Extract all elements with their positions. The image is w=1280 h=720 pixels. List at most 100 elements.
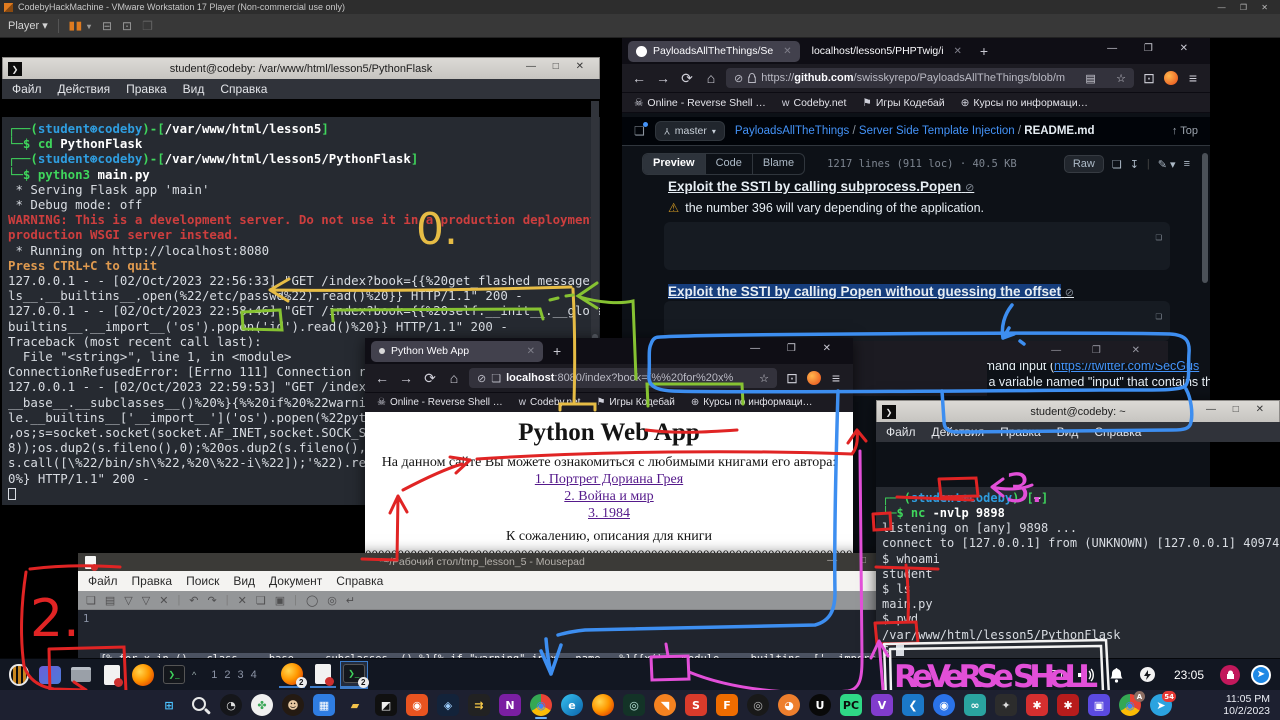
taskbar-icon-sublime[interactable]: S bbox=[685, 694, 707, 716]
copy-raw-icon[interactable]: ❏ bbox=[1112, 158, 1122, 171]
taskbar-icon-photos[interactable]: ▣ bbox=[1088, 694, 1110, 716]
taskbar-icon-assistant[interactable]: ☻ bbox=[282, 694, 304, 716]
menu-item[interactable]: Справка bbox=[336, 574, 383, 588]
raw-button[interactable]: Raw bbox=[1064, 155, 1104, 173]
home-button[interactable]: ⌂ bbox=[702, 70, 720, 86]
menu-hamburger-icon[interactable]: ≡ bbox=[1184, 70, 1202, 86]
taskbar-icon-onenote[interactable]: N bbox=[499, 694, 521, 716]
taskbar-icon-vscode[interactable]: ❮ bbox=[902, 694, 924, 716]
menu-item[interactable]: Правка bbox=[132, 574, 173, 588]
forward-button[interactable]: → bbox=[654, 70, 672, 86]
menu-item[interactable]: Поиск bbox=[186, 574, 219, 588]
close-tab-icon[interactable]: ✕ bbox=[527, 346, 535, 357]
tab-payloadsallthethings[interactable]: PayloadsAllTheThings/Se ✕ bbox=[628, 41, 800, 62]
vmware-window-controls[interactable]: — ❐ ✕ bbox=[1218, 3, 1274, 12]
file-tree-icon[interactable]: ❏ bbox=[634, 124, 645, 138]
terminal-titlebar[interactable]: ❯ student@codeby: /var/www/html/lesson5/… bbox=[2, 57, 600, 79]
mousepad-titlebar[interactable]: *~/Рабочий стол/tmp_lesson_5 - Mousepad … bbox=[78, 553, 886, 571]
bookmark-item[interactable]: ☠Online - Reverse Shell … bbox=[377, 397, 503, 408]
workspace[interactable]: 3 bbox=[237, 669, 243, 681]
tab-python-web-app[interactable]: Python Web App ✕ bbox=[371, 341, 543, 362]
menu-item[interactable]: Файл bbox=[88, 574, 118, 588]
copy-code-icon[interactable]: ❏ bbox=[1155, 307, 1162, 325]
taskbar-icon-red-gear-2[interactable]: ✱ bbox=[1057, 694, 1079, 716]
taskbar-icon-pycharm[interactable]: PC bbox=[840, 694, 862, 716]
copy-code-icon[interactable]: ❏ bbox=[1155, 228, 1162, 246]
taskbar-icon-chrome-profile[interactable]: ◉A bbox=[1119, 694, 1141, 716]
screen-lock-icon[interactable] bbox=[1217, 662, 1243, 688]
open-file-icon[interactable]: ▤ bbox=[105, 594, 115, 607]
window-list-icon[interactable] bbox=[1042, 662, 1068, 688]
goto-icon[interactable]: ↵ bbox=[346, 594, 355, 607]
menu-item[interactable]: Вид bbox=[1057, 425, 1079, 439]
new-file-icon[interactable]: ❏ bbox=[86, 594, 96, 607]
taskbar-icon-speedtest[interactable]: ◔ bbox=[220, 694, 242, 716]
send-ctrl-alt-del-icon[interactable]: ⊟ bbox=[102, 19, 112, 33]
taskbar-icon-ubuntu[interactable]: ◉ bbox=[406, 694, 428, 716]
url-bar[interactable]: ⊘ https://github.com/swisskyrepo/Payload… bbox=[726, 68, 1134, 88]
save-icon[interactable]: ▽ bbox=[124, 594, 132, 607]
bookmark-item[interactable]: ⚑Игры Кодебай bbox=[862, 97, 944, 109]
window-controls[interactable]: — □ bbox=[827, 555, 876, 566]
forward-button[interactable]: → bbox=[397, 370, 415, 386]
vm-clock[interactable]: 23:05 bbox=[1174, 668, 1204, 682]
taskbar-icon-f-app[interactable]: F bbox=[716, 694, 738, 716]
back-button[interactable]: ← bbox=[373, 370, 391, 386]
taskbar-icon-fl-studio[interactable]: ◥ bbox=[654, 694, 676, 716]
taskbar-icon-explorer[interactable]: ▰ bbox=[344, 694, 366, 716]
host-clock[interactable]: 11:05 PM 10/2/2023 bbox=[1223, 693, 1270, 717]
taskbar-icon-search[interactable] bbox=[189, 694, 211, 716]
pause-button[interactable]: ▮▮ ▾ bbox=[69, 19, 92, 32]
taskbar-icon-lens[interactable]: ◎ bbox=[747, 694, 769, 716]
heading-subprocess-popen[interactable]: Exploit the SSTI by calling subprocess.P… bbox=[668, 179, 974, 194]
taskbar-icon-workflow[interactable]: ⇉ bbox=[468, 694, 490, 716]
power-manager-icon[interactable] bbox=[1135, 662, 1161, 688]
taskbar-icon-wings[interactable]: ✦ bbox=[995, 694, 1017, 716]
pocket-icon[interactable]: ⊡ bbox=[783, 370, 801, 387]
reload-button[interactable]: ⟳ bbox=[421, 370, 439, 387]
outline-icon[interactable]: ≡ bbox=[1184, 158, 1190, 170]
paste-icon[interactable]: ▣ bbox=[275, 594, 285, 607]
tracking-shield-icon[interactable]: ⊘ bbox=[477, 372, 486, 385]
anchor-link-icon[interactable]: ⊘ bbox=[1065, 287, 1074, 299]
back-button[interactable]: ← bbox=[630, 70, 648, 86]
menu-item[interactable]: Действия bbox=[932, 425, 985, 439]
volume-icon[interactable] bbox=[1073, 662, 1099, 688]
undo-icon[interactable]: ↶ bbox=[189, 594, 198, 607]
terminal-window-netcat[interactable]: ❯ student@codeby: ~ — □ ✕ ФайлДействияПр… bbox=[876, 400, 1280, 662]
download-icon[interactable]: ↧ bbox=[1130, 158, 1139, 171]
page-scrollbar[interactable] bbox=[1202, 153, 1208, 283]
firefox-account-icon[interactable] bbox=[1164, 71, 1178, 85]
new-tab-button[interactable]: + bbox=[980, 43, 988, 59]
view-switcher[interactable]: Preview Code Blame bbox=[642, 153, 805, 175]
book-link[interactable]: 3. 1984 bbox=[365, 505, 853, 522]
player-menu[interactable]: Player ▾ bbox=[8, 19, 48, 32]
window-controls[interactable]: — □ ✕ bbox=[1206, 404, 1271, 415]
window-controls[interactable]: — ❐ ✕ bbox=[1051, 345, 1154, 356]
taskbar-icon-calendar[interactable]: ▦ bbox=[313, 694, 335, 716]
find-replace-icon[interactable]: ◎ bbox=[327, 594, 337, 607]
taskbar-icon-firefox[interactable] bbox=[592, 694, 614, 716]
menu-item[interactable]: Справка bbox=[220, 82, 267, 96]
firefox-account-icon[interactable] bbox=[807, 371, 821, 385]
tab-localhost-phptwig[interactable]: localhost/lesson5/PHPTwig/i ✕ bbox=[804, 41, 970, 62]
cut-icon[interactable]: ✕ bbox=[238, 594, 247, 607]
taskbar-icon-visual-studio[interactable]: V bbox=[871, 694, 893, 716]
taskbar-icon-maps[interactable]: ◉ bbox=[933, 694, 955, 716]
url-bar[interactable]: ⊘ ❏ localhost:8080/index?book={%%20for%2… bbox=[469, 368, 777, 388]
taskbar-icon-chrome[interactable]: ◉ bbox=[530, 694, 552, 716]
menu-item[interactable]: Действия bbox=[58, 82, 111, 96]
tracking-shield-icon[interactable]: ⊘ bbox=[734, 72, 743, 85]
edit-pencil-icon[interactable]: ✎ ▾ bbox=[1158, 158, 1176, 171]
taskbar-icon-edge[interactable]: e bbox=[561, 694, 583, 716]
reload-button[interactable]: ⟳ bbox=[678, 70, 696, 87]
bookmark-item[interactable]: wCodeby.net bbox=[782, 97, 847, 109]
terminal-output[interactable]: ┌──(student⊛codeby)-[~]└─$ nc -nvlp 9898… bbox=[876, 487, 1280, 662]
workspace[interactable]: 4 bbox=[251, 669, 257, 681]
pocket-icon[interactable]: ⊡ bbox=[1140, 70, 1158, 87]
notifications-bell-icon[interactable] bbox=[1104, 662, 1130, 688]
redo-icon[interactable]: ↷ bbox=[208, 594, 217, 607]
taskbar-icon-virtualbox[interactable]: ◈ bbox=[437, 694, 459, 716]
firefox-launcher-icon[interactable] bbox=[130, 662, 156, 688]
bookmark-star-icon[interactable]: ☆ bbox=[1116, 72, 1126, 85]
